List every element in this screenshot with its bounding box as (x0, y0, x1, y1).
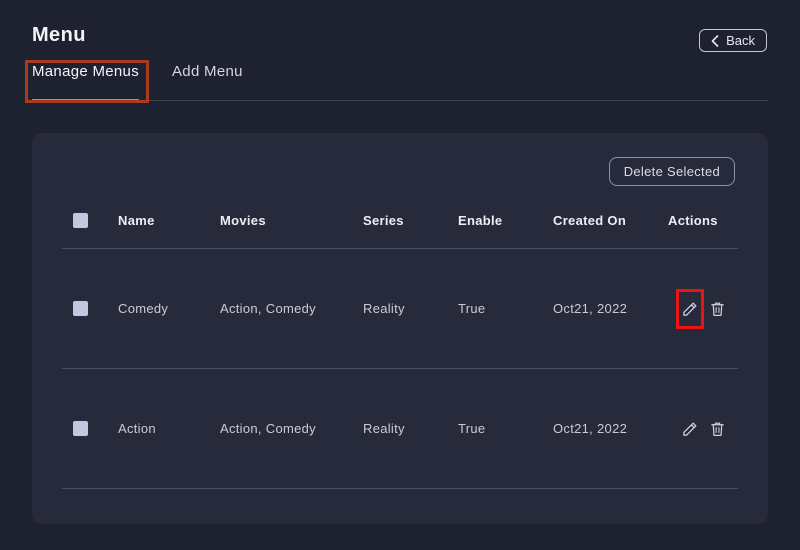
back-button-label: Back (726, 33, 755, 48)
delete-button[interactable] (709, 420, 726, 438)
column-header-enable: Enable (458, 213, 553, 228)
table-header-area: Delete Selected Name Movies Series Enabl… (62, 133, 738, 249)
actions-cell (668, 300, 738, 318)
actions-cell (668, 420, 738, 438)
cell-enable: True (458, 421, 553, 436)
cell-created-on: Oct21, 2022 (553, 301, 668, 316)
delete-selected-button[interactable]: Delete Selected (609, 157, 735, 186)
active-tab-underline (32, 99, 139, 102)
select-all-checkbox[interactable] (73, 213, 88, 228)
delete-button[interactable] (709, 300, 726, 318)
edit-button[interactable] (681, 300, 699, 318)
cell-series: Reality (363, 421, 458, 436)
edit-pencil-icon (681, 420, 699, 438)
cell-name: Comedy (118, 301, 220, 316)
trash-icon (709, 420, 726, 438)
cell-series: Reality (363, 301, 458, 316)
menus-table-card: Delete Selected Name Movies Series Enabl… (32, 133, 768, 524)
table-row: Comedy Action, Comedy Reality True Oct21… (62, 249, 738, 369)
tab-manage-menus-label: Manage Menus (32, 63, 139, 80)
edit-button[interactable] (681, 420, 699, 438)
annotation-box-edit-action (676, 289, 704, 329)
column-header-actions: Actions (668, 213, 738, 228)
menu-page: Menu Back Manage Menus Add Menu Delete S… (0, 0, 800, 550)
edit-pencil-icon (681, 300, 699, 318)
column-header-created-on: Created On (553, 213, 668, 228)
page-title: Menu (32, 24, 86, 47)
cell-movies: Action, Comedy (220, 421, 363, 436)
table-row: Action Action, Comedy Reality True Oct21… (62, 369, 738, 489)
tab-bar: Manage Menus Add Menu (32, 63, 768, 101)
row-checkbox[interactable] (73, 421, 88, 436)
table-header-row: Name Movies Series Enable Created On Act… (62, 211, 738, 229)
row-checkbox[interactable] (73, 301, 88, 316)
chevron-left-icon (711, 35, 719, 47)
tab-add-menu[interactable]: Add Menu (172, 63, 243, 100)
cell-created-on: Oct21, 2022 (553, 421, 668, 436)
trash-icon (709, 300, 726, 318)
column-header-movies: Movies (220, 213, 363, 228)
column-header-name: Name (118, 213, 220, 228)
cell-name: Action (118, 421, 220, 436)
tab-manage-menus[interactable]: Manage Menus (32, 63, 139, 100)
cell-movies: Action, Comedy (220, 301, 363, 316)
cell-enable: True (458, 301, 553, 316)
back-button[interactable]: Back (699, 29, 767, 52)
tab-add-menu-label: Add Menu (172, 63, 243, 80)
column-header-series: Series (363, 213, 458, 228)
